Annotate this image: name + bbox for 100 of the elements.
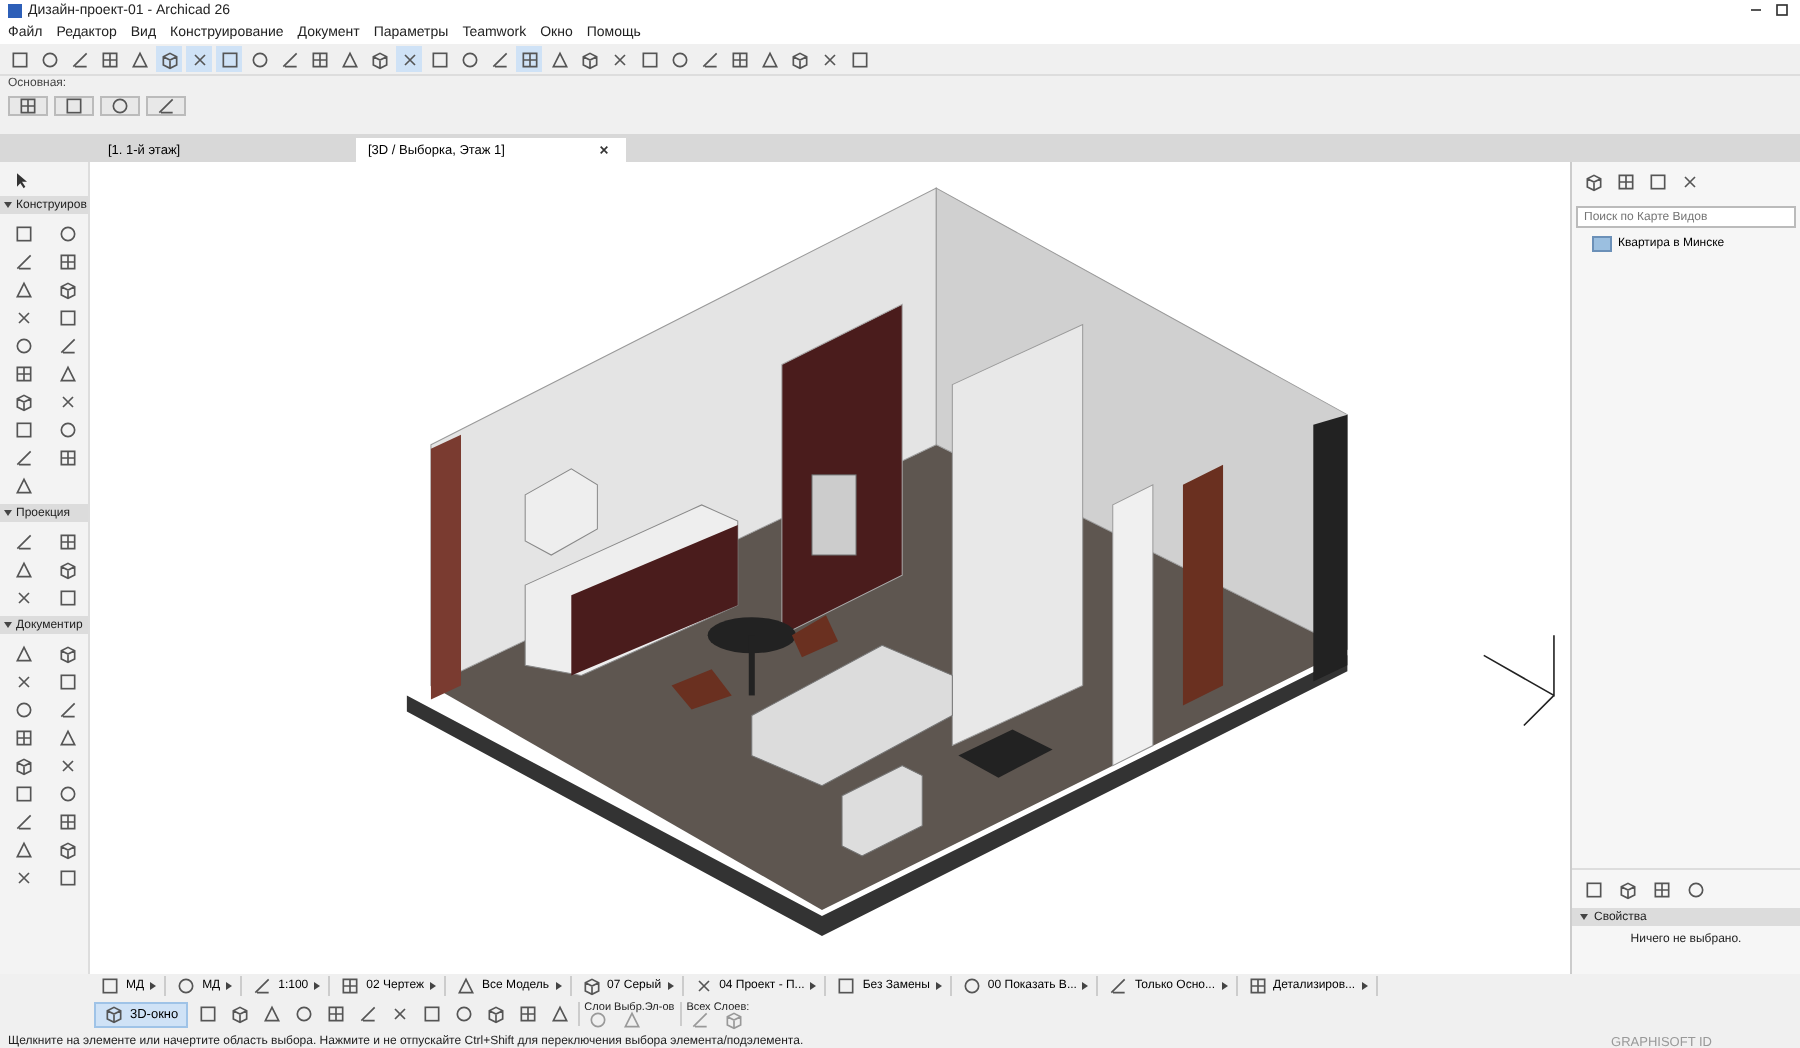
- square-icon: [219, 49, 239, 69]
- square-icon: [14, 783, 34, 803]
- cube-icon: [58, 643, 78, 663]
- cube-icon: [581, 976, 602, 996]
- grid-icon: [18, 96, 38, 116]
- cube-icon: [485, 1004, 506, 1024]
- square-icon: [64, 96, 84, 116]
- triangle-icon: [621, 1010, 642, 1030]
- cross-icon: [14, 867, 34, 887]
- square-icon: [58, 307, 78, 327]
- cube-icon: [369, 49, 389, 69]
- toolbar-button[interactable]: [126, 46, 152, 72]
- circle-icon: [58, 419, 78, 439]
- info-box-button[interactable]: [8, 96, 48, 116]
- cube-icon: [14, 391, 34, 411]
- tool-button[interactable]: [54, 362, 82, 384]
- toolbar-button[interactable]: [396, 46, 422, 72]
- grid-icon: [519, 49, 539, 69]
- tool-button[interactable]: [10, 474, 38, 496]
- grid-icon: [1615, 172, 1635, 192]
- info-box-button[interactable]: [100, 96, 140, 116]
- cross-icon: [58, 755, 78, 775]
- grid-icon: [14, 363, 34, 383]
- toolbar-button[interactable]: [546, 46, 572, 72]
- restore-button[interactable]: [1772, 2, 1792, 18]
- app-logo-icon: [8, 3, 22, 17]
- caret-icon: [1221, 982, 1227, 990]
- tool-button[interactable]: [10, 278, 38, 300]
- square-icon: [429, 49, 449, 69]
- square-icon: [836, 976, 857, 996]
- cross-icon: [14, 671, 34, 691]
- info-box-button[interactable]: [54, 96, 94, 116]
- circle-icon: [39, 49, 59, 69]
- square-icon: [14, 419, 34, 439]
- grid-icon: [58, 447, 78, 467]
- axis-indicator-drawing: [1482, 634, 1555, 727]
- square-icon: [197, 1004, 218, 1024]
- circle-icon: [14, 699, 34, 719]
- cube-icon: [723, 1010, 744, 1030]
- triangle-icon: [14, 839, 34, 859]
- circle-icon: [110, 96, 130, 116]
- restore-icon: [1772, 0, 1792, 20]
- pointer-icon: [11, 169, 31, 189]
- caret-icon: [430, 982, 436, 990]
- square-icon: [1583, 879, 1603, 900]
- triangle-icon: [549, 1004, 570, 1024]
- cube-icon: [104, 1004, 124, 1024]
- close-icon[interactable]: [594, 140, 614, 160]
- circle-icon: [293, 1004, 314, 1024]
- square-icon: [639, 49, 659, 69]
- cross-icon: [819, 49, 839, 69]
- cross-icon: [693, 976, 714, 996]
- cube-icon: [58, 559, 78, 579]
- grid-icon: [1651, 879, 1671, 900]
- tool-button[interactable]: [54, 726, 82, 748]
- tool-button[interactable]: [10, 558, 38, 580]
- grid-icon: [1247, 976, 1267, 996]
- grid-icon: [729, 49, 749, 69]
- triangle-icon: [549, 49, 569, 69]
- square-icon: [1647, 172, 1667, 192]
- caret-icon: [1361, 982, 1368, 990]
- cross-icon: [399, 49, 419, 69]
- toolbar-button[interactable]: [336, 46, 362, 72]
- circle-icon: [459, 49, 479, 69]
- folder-icon: [1592, 236, 1612, 252]
- tool-button[interactable]: [10, 642, 38, 664]
- caret-icon: [150, 982, 157, 990]
- cube-icon: [1617, 879, 1637, 900]
- caret-icon: [1082, 982, 1089, 990]
- triangle-icon: [14, 475, 34, 495]
- circle-icon: [587, 1010, 608, 1030]
- cube-icon: [58, 839, 78, 859]
- square-icon: [58, 867, 78, 887]
- grid-icon: [517, 1004, 538, 1024]
- triangle-icon: [58, 363, 78, 383]
- toolbar-button[interactable]: [756, 46, 782, 72]
- toolbar-button[interactable]: [156, 46, 182, 72]
- circle-icon: [669, 49, 689, 69]
- toolbar-button[interactable]: [216, 46, 242, 72]
- toolbar-button[interactable]: [186, 46, 212, 72]
- toolbar-button[interactable]: [516, 46, 542, 72]
- cube-icon: [229, 1004, 250, 1024]
- grid-icon: [99, 49, 119, 69]
- cube-icon: [159, 49, 179, 69]
- caret-icon: [935, 982, 942, 990]
- circle-icon: [249, 49, 269, 69]
- square-icon: [849, 49, 869, 69]
- cube-icon: [58, 279, 78, 299]
- toolbar-button[interactable]: [546, 1001, 573, 1027]
- circle-icon: [961, 976, 982, 996]
- triangle-icon: [14, 559, 34, 579]
- toolbar-button[interactable]: [258, 1001, 285, 1027]
- 3d-viewport[interactable]: [90, 162, 1570, 975]
- tool-button[interactable]: [10, 838, 38, 860]
- triangle-icon: [759, 49, 779, 69]
- circle-icon: [58, 223, 78, 243]
- circle-icon: [1685, 879, 1705, 900]
- cross-icon: [14, 587, 34, 607]
- cross-icon: [389, 1004, 410, 1024]
- info-box-button[interactable]: [146, 96, 186, 116]
